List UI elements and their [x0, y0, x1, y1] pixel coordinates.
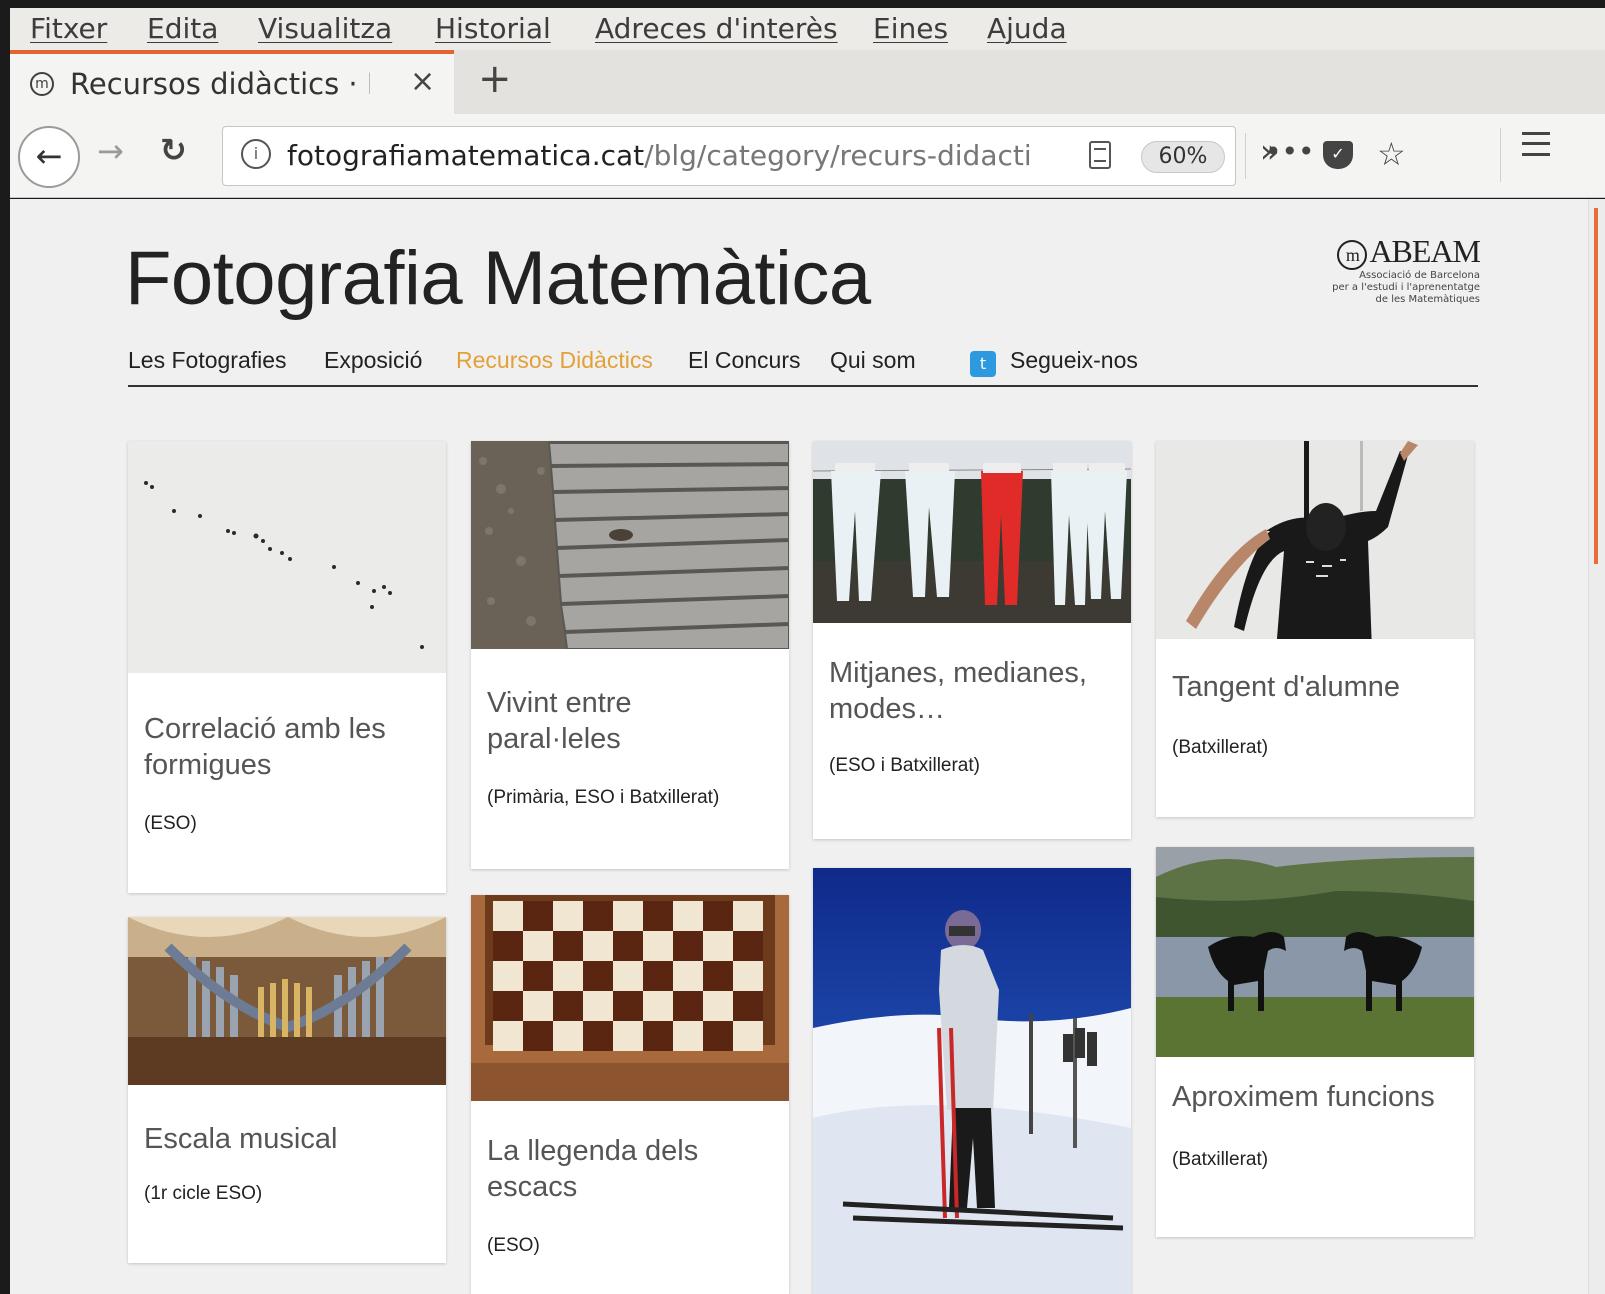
menu-eines[interactable]: Eines	[873, 12, 948, 45]
organ-pipes-image	[128, 917, 446, 1085]
tab-title: Recursos didàctics · Foto	[70, 67, 370, 101]
abeam-logo-mark-icon: m	[1337, 239, 1368, 270]
card-escala-musical[interactable]: Escala musical (1r cicle ESO)	[128, 917, 446, 1263]
nav-qui-som[interactable]: Qui som	[830, 347, 916, 374]
card-level: (Primària, ESO i Batxillerat)	[487, 787, 720, 808]
card-image-tights[interactable]	[813, 441, 1131, 623]
menu-fitxer[interactable]: Fitxer	[30, 12, 107, 45]
site-favicon-icon: m	[30, 72, 54, 96]
chessboard-image	[471, 895, 789, 1101]
card-vivint-paraleles[interactable]: Vivint entre paral·leles (Primària, ESO …	[471, 441, 789, 869]
menu-edita[interactable]: Edita	[147, 12, 218, 45]
pocket-icon[interactable]: ✓	[1323, 141, 1353, 169]
abeam-logo-line: de les Matemàtiques	[1375, 294, 1480, 305]
reader-view-icon[interactable]	[1089, 141, 1111, 169]
card-image-skier[interactable]	[813, 868, 1131, 1294]
card-title[interactable]: Correlació amb les formigues	[144, 711, 424, 783]
card-title[interactable]: Aproximem funcions	[1172, 1079, 1452, 1115]
hamburger-menu-icon[interactable]	[1522, 132, 1550, 156]
zoom-level-badge[interactable]: 60%	[1141, 141, 1225, 173]
student-wall-image	[1156, 441, 1474, 639]
horses-lake-image	[1156, 847, 1474, 1057]
ants-on-snow-image	[128, 441, 446, 673]
card-llegenda-escacs[interactable]: La llegenda dels escacs (ESO)	[471, 895, 789, 1294]
card-image-planks[interactable]	[471, 441, 789, 649]
card-image-chess[interactable]	[471, 895, 789, 1101]
reload-button[interactable]: ↻	[160, 131, 187, 169]
toolbar-divider	[1500, 128, 1501, 182]
url-bar[interactable]: i fotografiamatematica.cat/blg/category/…	[222, 126, 1406, 186]
site-title[interactable]: Fotografia Matemàtica	[125, 235, 871, 322]
nav-recursos-didactics[interactable]: Recursos Didàctics	[456, 347, 653, 374]
abeam-logo-line: Associació de Barcelona	[1359, 270, 1480, 281]
card-image-organ[interactable]	[128, 917, 446, 1085]
menu-adreces[interactable]: Adreces d'interès	[595, 12, 838, 45]
twitter-icon[interactable]: t	[970, 351, 996, 377]
url-text[interactable]: fotografiamatematica.cat/blg/category/re…	[287, 139, 1032, 172]
url-bar-divider	[1245, 133, 1246, 179]
card-title[interactable]: Escala musical	[144, 1121, 424, 1157]
menu-ajuda[interactable]: Ajuda	[987, 12, 1067, 45]
card-image-ants[interactable]	[128, 441, 446, 673]
card-title[interactable]: La llegenda dels escacs	[487, 1133, 767, 1205]
card-skier[interactable]	[813, 868, 1131, 1294]
card-title[interactable]: Mitjanes, medianes, modes…	[829, 655, 1109, 727]
menu-historial[interactable]: Historial	[435, 12, 551, 45]
nav-exposicio[interactable]: Exposició	[324, 347, 422, 374]
card-title[interactable]: Vivint entre paral·leles	[487, 685, 767, 757]
url-host: fotografiamatematica.cat	[287, 139, 645, 172]
tab-active[interactable]: m Recursos didàctics · Foto ×	[10, 50, 454, 114]
abeam-logo-line: per a l'estudi i l'aprenentatge	[1332, 282, 1480, 293]
nav-les-fotografies[interactable]: Les Fotografies	[128, 347, 287, 374]
navigation-toolbar: ← → ↻ i fotografiamatematica.cat/blg/cat…	[10, 114, 1605, 198]
web-page: Fotografia Matemàtica m ABEAM Associació …	[10, 199, 1588, 1294]
toolbar-overflow-icon[interactable]: »	[1260, 132, 1280, 170]
menu-visualitza[interactable]: Visualitza	[258, 12, 392, 45]
card-level: (Batxillerat)	[1172, 737, 1269, 758]
site-info-icon[interactable]: i	[241, 139, 271, 169]
url-path: /blg/category/recurs-didacti	[644, 139, 1032, 172]
wooden-planks-image	[471, 441, 789, 649]
abeam-logo-text: ABEAM	[1369, 233, 1481, 269]
forward-button[interactable]: →	[97, 132, 124, 170]
nav-el-concurs[interactable]: El Concurs	[688, 347, 800, 374]
card-image-student[interactable]	[1156, 441, 1474, 639]
abeam-logo-name: m ABEAM	[1290, 233, 1481, 270]
card-aproximem-funcions[interactable]: Aproximem funcions (Batxillerat)	[1156, 847, 1474, 1237]
card-tangent-alumne[interactable]: Tangent d'alumne (Batxillerat)	[1156, 441, 1474, 817]
card-level: (ESO i Batxillerat)	[829, 755, 980, 776]
card-level: (ESO)	[487, 1235, 540, 1256]
nav-segueix-nos[interactable]: Segueix-nos	[1010, 347, 1138, 374]
card-level: (ESO)	[144, 813, 197, 834]
site-navigation: Les Fotografies Exposició Recursos Didàc…	[128, 347, 1478, 387]
card-title[interactable]: Tangent d'alumne	[1172, 669, 1452, 705]
card-level: (Batxillerat)	[1172, 1149, 1269, 1170]
tights-clothesline-image	[813, 441, 1131, 623]
skier-image	[813, 868, 1131, 1294]
bookmark-star-icon[interactable]: ☆	[1377, 135, 1406, 173]
back-button[interactable]: ←	[18, 126, 80, 188]
scrollbar-thumb[interactable]	[1594, 208, 1598, 564]
card-mitjanes-medianes[interactable]: Mitjanes, medianes, modes… (ESO i Batxil…	[813, 441, 1131, 839]
tab-close-icon[interactable]: ×	[410, 64, 435, 99]
card-correlacio-formigues[interactable]: Correlació amb les formigues (ESO)	[128, 441, 446, 893]
card-image-horses[interactable]	[1156, 847, 1474, 1057]
card-level: (1r cicle ESO)	[144, 1183, 263, 1204]
tab-strip: m Recursos didàctics · Foto × +	[10, 50, 1605, 114]
abeam-logo[interactable]: m ABEAM Associació de Barcelona per a l'e…	[1290, 233, 1481, 306]
new-tab-button[interactable]: +	[478, 56, 512, 102]
